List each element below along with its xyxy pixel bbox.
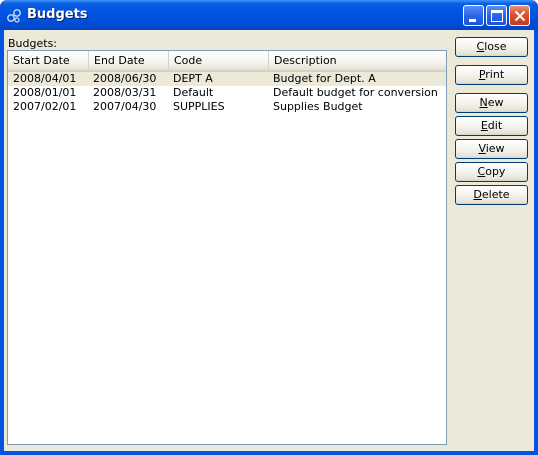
budgets-window: Budgets Budgets: Start Date End Date Cod…	[0, 0, 538, 455]
table-row[interactable]: 2008/01/01 2008/03/31 Default Default bu…	[8, 86, 446, 100]
column-header-description[interactable]: Description	[269, 51, 446, 70]
cell-end-date: 2007/04/30	[93, 100, 157, 113]
delete-button[interactable]: Delete	[455, 185, 528, 205]
maximize-icon	[491, 10, 503, 22]
maximize-button[interactable]	[486, 5, 507, 26]
budgets-list-label: Budgets:	[8, 37, 58, 50]
view-button[interactable]: View	[455, 139, 528, 159]
cell-description: Supplies Budget	[273, 100, 363, 113]
window-frame-bottom	[0, 451, 538, 455]
cell-end-date: 2008/06/30	[93, 72, 157, 85]
print-button[interactable]: Print	[455, 65, 528, 85]
minimize-button[interactable]	[463, 5, 484, 26]
cell-end-date: 2008/03/31	[93, 86, 157, 99]
cell-code: SUPPLIES	[173, 100, 225, 113]
cell-start-date: 2008/01/01	[13, 86, 77, 99]
table-row[interactable]: 2007/02/01 2007/04/30 SUPPLIES Supplies …	[8, 100, 446, 114]
column-header-code[interactable]: Code	[169, 51, 269, 70]
title-bar[interactable]: Budgets	[0, 0, 538, 30]
edit-button[interactable]: Edit	[455, 116, 528, 136]
table-row[interactable]: 2008/04/01 2008/06/30 DEPT A Budget for …	[8, 72, 446, 86]
app-icon	[7, 9, 21, 23]
cell-description: Default budget for conversion	[273, 86, 438, 99]
close-window-button[interactable]	[509, 5, 530, 26]
window-frame-right	[534, 30, 538, 455]
list-header: Start Date End Date Code Description	[8, 51, 446, 72]
close-icon	[514, 10, 526, 22]
new-button[interactable]: New	[455, 93, 528, 113]
budgets-list[interactable]: Start Date End Date Code Description 200…	[7, 50, 447, 445]
window-title: Budgets	[27, 7, 88, 22]
cell-start-date: 2008/04/01	[13, 72, 77, 85]
cell-code: DEPT A	[173, 72, 213, 85]
column-header-end-date[interactable]: End Date	[89, 51, 169, 70]
column-header-start-date[interactable]: Start Date	[8, 51, 89, 70]
copy-button[interactable]: Copy	[455, 162, 528, 182]
cell-start-date: 2007/02/01	[13, 100, 77, 113]
close-button[interactable]: Close	[455, 37, 528, 57]
cell-description: Budget for Dept. A	[273, 72, 376, 85]
minimize-icon	[469, 19, 476, 22]
cell-code: Default	[173, 86, 214, 99]
